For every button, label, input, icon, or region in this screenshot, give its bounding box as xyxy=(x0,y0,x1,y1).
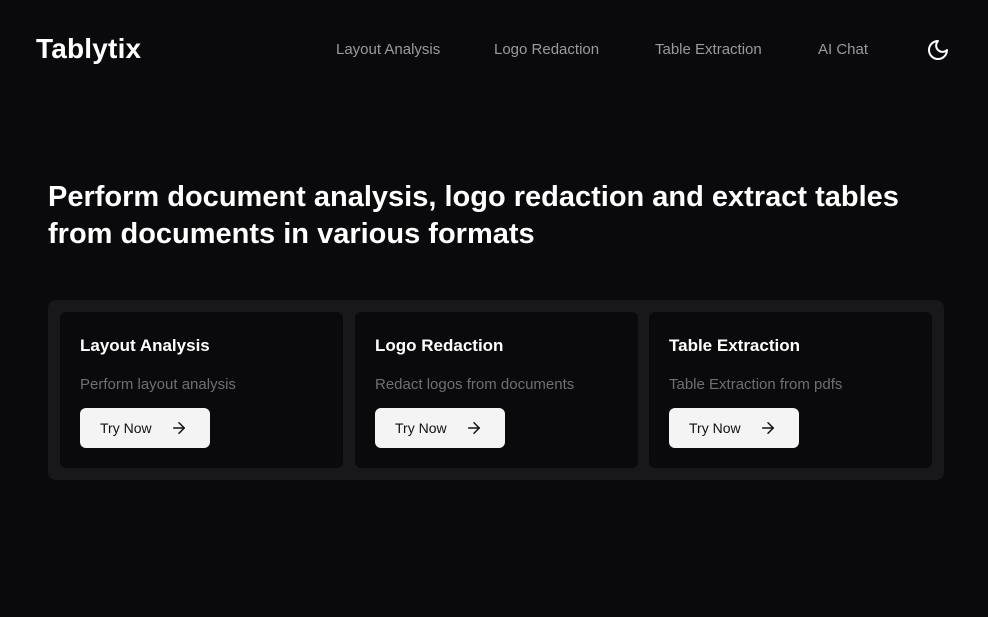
button-label: Try Now xyxy=(689,420,741,436)
nav-link-logo-redaction[interactable]: Logo Redaction xyxy=(494,41,599,58)
card-title: Table Extraction xyxy=(669,336,800,355)
card-description: Table Extraction from pdfs xyxy=(669,376,843,393)
hero-title: Perform document analysis, logo redactio… xyxy=(48,181,899,250)
try-now-button-layout-analysis[interactable]: Try Now xyxy=(80,408,210,448)
card-description: Perform layout analysis xyxy=(80,376,236,393)
arrow-right-icon xyxy=(468,422,480,434)
top-navbar: Tablytix Layout Analysis Logo Redaction … xyxy=(0,0,988,100)
theme-toggle-button[interactable] xyxy=(926,38,950,62)
card-layout-analysis: Layout Analysis Perform layout analysis … xyxy=(60,312,343,468)
arrow-right-icon xyxy=(762,422,774,434)
card-title: Logo Redaction xyxy=(375,336,504,355)
page: Tablytix Layout Analysis Logo Redaction … xyxy=(0,0,988,617)
main-nav: Layout Analysis Logo Redaction Table Ext… xyxy=(0,41,988,61)
try-now-button-logo-redaction[interactable]: Try Now xyxy=(375,408,505,448)
moon-icon xyxy=(928,40,948,60)
try-now-button-table-extraction[interactable]: Try Now xyxy=(669,408,799,448)
card-description: Redact logos from documents xyxy=(375,376,575,393)
nav-link-layout-analysis[interactable]: Layout Analysis xyxy=(336,41,440,58)
card-logo-redaction: Logo Redaction Redact logos from documen… xyxy=(355,312,638,468)
card-table-extraction: Table Extraction Table Extraction from p… xyxy=(649,312,932,468)
tools-panel: Layout Analysis Perform layout analysis … xyxy=(48,300,944,480)
arrow-right-icon xyxy=(173,422,185,434)
card-title: Layout Analysis xyxy=(80,336,210,355)
button-label: Try Now xyxy=(100,420,152,436)
nav-link-table-extraction[interactable]: Table Extraction xyxy=(655,41,762,58)
button-label: Try Now xyxy=(395,420,447,436)
nav-link-ai-chat[interactable]: AI Chat xyxy=(818,41,868,58)
